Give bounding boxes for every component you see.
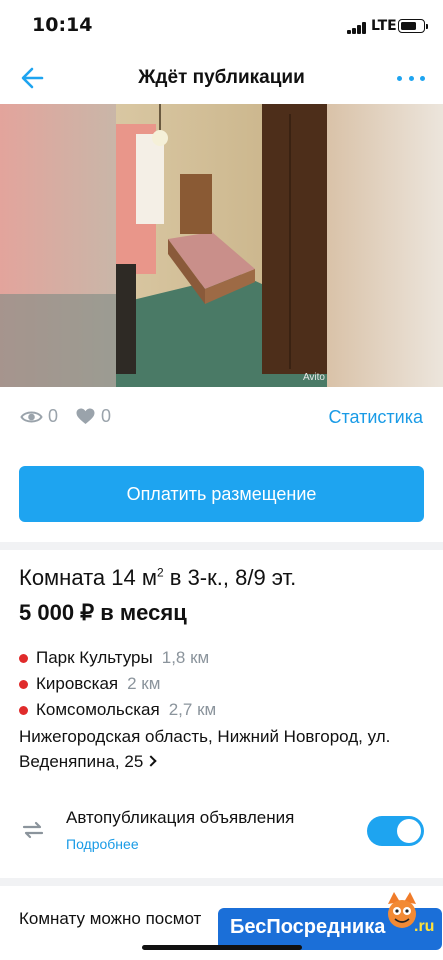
views-counter: 0 (20, 406, 58, 427)
chevron-right-icon (145, 755, 157, 767)
more-button[interactable] (397, 66, 425, 90)
stats-row: 0 0 Статистика (0, 400, 443, 434)
likes-count: 0 (101, 406, 112, 426)
address-text: Нижегородская область, Нижний Новгород, … (19, 727, 391, 771)
status-bar: 10:14 LTE (0, 0, 443, 52)
photo-watermark: Avito (302, 372, 325, 383)
metro-name: Кировская (36, 674, 119, 693)
listing-photo[interactable]: Avito (0, 104, 443, 387)
battery-icon (398, 19, 428, 33)
pay-placement-button[interactable]: Оплатить размещение (19, 466, 424, 522)
listing-title: Комната 14 м2 в 3-к., 8/9 эт. (19, 565, 297, 590)
autopublish-toggle[interactable] (367, 816, 424, 846)
metro-item: Парк Культуры 1,8 км (19, 645, 216, 671)
metro-distance: 2 км (127, 674, 161, 693)
metro-name: Парк Культуры (36, 648, 153, 667)
likes-counter: 0 (76, 406, 111, 427)
section-divider (0, 542, 443, 550)
section-divider (0, 878, 443, 886)
metro-item: Кировская 2 км (19, 671, 216, 697)
autopublish-label: Автопубликация объявления (66, 808, 295, 827)
metro-dot-icon (19, 679, 28, 689)
autopublish-row: Автопубликация объявления Подробнее (0, 800, 443, 870)
metro-distance: 1,8 км (161, 648, 210, 667)
more-info-link[interactable]: Подробнее (66, 836, 139, 852)
metro-item: Комсомольская 2,7 км (19, 697, 216, 723)
home-indicator (142, 945, 302, 950)
metro-distance: 2,7 км (168, 700, 217, 719)
room-photo-image (0, 104, 443, 387)
watermark-suffix: .ru (414, 918, 435, 935)
statistics-link[interactable]: Статистика (328, 407, 423, 428)
nav-bar: Ждёт публикации (0, 52, 443, 104)
network-label: LTE (371, 18, 397, 34)
repeat-icon (22, 821, 44, 839)
heart-icon (76, 408, 95, 424)
metro-list: Парк Культуры 1,8 км Кировская 2 км Комс… (19, 645, 216, 723)
more-dots-icon (397, 75, 402, 81)
address-link[interactable]: Нижегородская область, Нижний Новгород, … (19, 724, 419, 774)
watermark-text: БесПосредника (230, 916, 386, 938)
eye-icon (20, 411, 43, 422)
viewing-note: Комнату можно посмот (19, 909, 202, 928)
metro-dot-icon (19, 705, 28, 715)
page-title: Ждёт публикации (138, 67, 305, 88)
views-count: 0 (48, 406, 59, 426)
listing-price: 5 000 ₽ в месяц (19, 600, 187, 625)
signal-icon (347, 22, 367, 34)
status-time: 10:14 (32, 14, 93, 36)
metro-name: Комсомольская (36, 700, 160, 719)
metro-dot-icon (19, 653, 28, 663)
